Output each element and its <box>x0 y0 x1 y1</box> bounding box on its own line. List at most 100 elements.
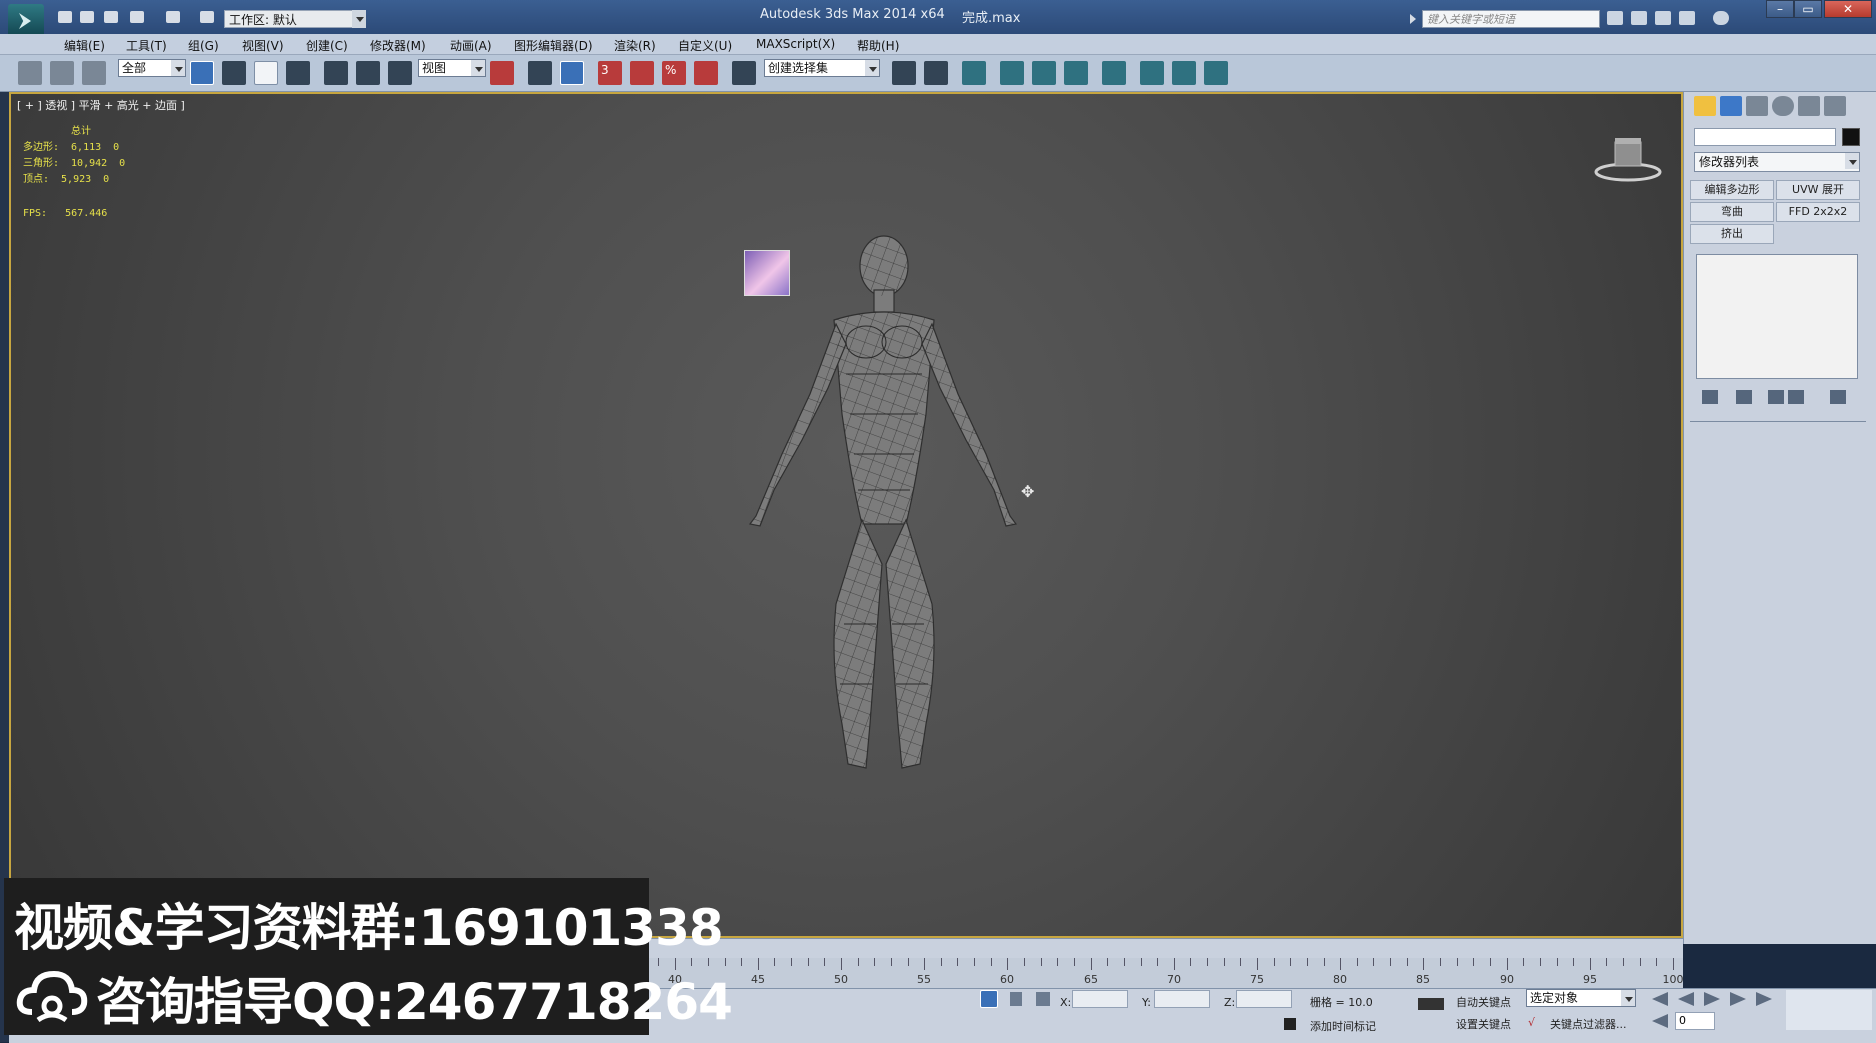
minimize-button[interactable]: – <box>1766 0 1794 18</box>
snaps-toggle-icon[interactable]: 3 <box>598 61 622 85</box>
display-tab-icon[interactable] <box>1798 96 1820 116</box>
rectangle-selection-icon[interactable] <box>254 61 278 85</box>
pivot-center-icon[interactable] <box>490 61 514 85</box>
select-object-icon[interactable] <box>190 61 214 85</box>
motion-tab-icon[interactable] <box>1772 96 1794 116</box>
window-crossing-icon[interactable] <box>286 61 310 85</box>
help-icon[interactable] <box>1713 11 1729 25</box>
utilities-tab-icon[interactable] <box>1824 96 1846 116</box>
remove-modifier-icon[interactable] <box>1788 390 1804 404</box>
subscription-icon[interactable] <box>1631 11 1647 25</box>
manipulate-icon[interactable] <box>528 61 552 85</box>
modifier-stack[interactable] <box>1696 254 1858 379</box>
viewport-label[interactable]: [ + ] 透视 ] 平滑 + 高光 + 边面 ] <box>17 97 185 113</box>
reference-coord-dropdown[interactable]: 视图 <box>418 59 486 77</box>
rotate-icon[interactable] <box>356 61 380 85</box>
close-button[interactable]: ✕ <box>1824 0 1872 18</box>
key-filters-button[interactable]: 关键点过滤器... <box>1550 1016 1627 1032</box>
move-icon[interactable] <box>324 61 348 85</box>
open-file-icon[interactable] <box>80 11 94 23</box>
menu-graph-editors[interactable]: 图形编辑器(D) <box>514 37 593 54</box>
object-name-field[interactable] <box>1694 128 1836 146</box>
redo-icon[interactable] <box>166 11 180 23</box>
spinner-snap-icon[interactable] <box>694 61 718 85</box>
communication-icon[interactable] <box>1655 11 1671 25</box>
auto-key-button[interactable]: 自动关键点 <box>1456 994 1511 1010</box>
y-coordinate-field[interactable] <box>1154 990 1210 1008</box>
named-selection-dropdown[interactable]: 创建选择集 <box>764 59 880 77</box>
menu-rendering[interactable]: 渲染(R) <box>614 37 656 54</box>
create-tab-icon[interactable] <box>1694 96 1716 116</box>
mirror-icon[interactable] <box>892 61 916 85</box>
search-input[interactable]: 键入关键字或短语 <box>1422 10 1600 28</box>
graphite-toolbar-icon[interactable] <box>1000 61 1024 85</box>
new-file-icon[interactable] <box>58 11 72 23</box>
menu-animation[interactable]: 动画(A) <box>450 37 492 54</box>
menu-create[interactable]: 创建(C) <box>306 37 348 54</box>
configure-modifier-sets-icon[interactable] <box>1830 390 1846 404</box>
layer-manager-icon[interactable] <box>962 61 986 85</box>
undo-icon[interactable] <box>130 11 144 23</box>
key-icon[interactable] <box>1418 998 1444 1010</box>
angle-snap-icon[interactable] <box>630 61 654 85</box>
time-tag-icon[interactable] <box>1284 1018 1296 1030</box>
key-mode-dropdown[interactable]: 选定对象 <box>1526 989 1636 1007</box>
schematic-view-icon[interactable] <box>1064 61 1088 85</box>
chevron-down-icon[interactable] <box>352 10 366 28</box>
bend-button[interactable]: 弯曲 <box>1690 202 1774 222</box>
menu-views[interactable]: 视图(V) <box>242 37 284 54</box>
curve-editor-icon[interactable] <box>1032 61 1056 85</box>
material-editor-icon[interactable] <box>1102 61 1126 85</box>
menu-tools[interactable]: 工具(T) <box>126 37 167 54</box>
render-setup-icon[interactable] <box>1140 61 1164 85</box>
ffd-button[interactable]: FFD 2x2x2 <box>1776 202 1860 222</box>
menu-customize[interactable]: 自定义(U) <box>678 37 732 54</box>
hierarchy-tab-icon[interactable] <box>1746 96 1768 116</box>
workspace-dropdown[interactable]: 工作区: 默认 <box>224 10 366 28</box>
modify-tab-icon[interactable] <box>1720 96 1742 116</box>
maximize-button[interactable]: ▭ <box>1794 0 1822 18</box>
unlink-icon[interactable] <box>50 61 74 85</box>
select-and-link-icon[interactable] <box>18 61 42 85</box>
modifier-list-dropdown[interactable]: 修改器列表 <box>1694 152 1860 172</box>
menu-maxscript[interactable]: MAXScript(X) <box>756 37 835 51</box>
align-icon[interactable] <box>924 61 948 85</box>
scale-icon[interactable] <box>388 61 412 85</box>
extrude-button[interactable]: 挤出 <box>1690 224 1774 244</box>
perspective-viewport[interactable]: [ + ] 透视 ] 平滑 + 高光 + 边面 ] 总计 多边形: 6,113 0 … <box>9 92 1683 938</box>
save-file-icon[interactable] <box>104 11 118 23</box>
menu-group[interactable]: 组(G) <box>188 37 219 54</box>
x-coordinate-field[interactable] <box>1072 990 1128 1008</box>
bind-space-warp-icon[interactable] <box>82 61 106 85</box>
absolute-mode-icon[interactable] <box>1036 992 1050 1006</box>
lock-icon[interactable] <box>1010 992 1022 1006</box>
select-by-name-icon[interactable] <box>222 61 246 85</box>
viewport-navigation-controls[interactable] <box>1786 990 1872 1030</box>
menu-modifiers[interactable]: 修改器(M) <box>370 37 426 54</box>
percent-snap-icon[interactable]: % <box>662 61 686 85</box>
make-unique-icon[interactable] <box>1768 390 1784 404</box>
pin-stack-icon[interactable] <box>1702 390 1718 404</box>
character-mesh[interactable] <box>716 224 1056 790</box>
set-key-button[interactable]: 设置关键点 <box>1456 1016 1511 1032</box>
rendered-frame-window-icon[interactable] <box>1172 61 1196 85</box>
edit-poly-button[interactable]: 编辑多边形 <box>1690 180 1774 200</box>
project-folder-icon[interactable] <box>200 11 214 23</box>
selection-filter-dropdown[interactable]: 全部 <box>118 59 186 77</box>
render-teapot-icon[interactable] <box>1204 61 1228 85</box>
search-expand-icon[interactable] <box>1410 14 1416 24</box>
current-frame-field[interactable]: 0 <box>1675 1012 1715 1030</box>
show-end-result-icon[interactable] <box>1736 390 1752 404</box>
star-icon[interactable] <box>1679 11 1695 25</box>
uvw-unwrap-button[interactable]: UVW 展开 <box>1776 180 1860 200</box>
selection-lock-icon[interactable] <box>980 990 998 1008</box>
add-time-tag[interactable]: 添加时间标记 <box>1310 1018 1376 1034</box>
viewcube-icon[interactable] <box>1593 130 1663 190</box>
menu-help[interactable]: 帮助(H) <box>857 37 899 54</box>
z-coordinate-field[interactable] <box>1236 990 1292 1008</box>
keyboard-shortcut-override-icon[interactable] <box>560 61 584 85</box>
menu-edit[interactable]: 编辑(E) <box>64 37 105 54</box>
edit-named-selection-icon[interactable] <box>732 61 756 85</box>
binoculars-icon[interactable] <box>1607 11 1623 25</box>
object-color-swatch[interactable] <box>1842 128 1860 146</box>
